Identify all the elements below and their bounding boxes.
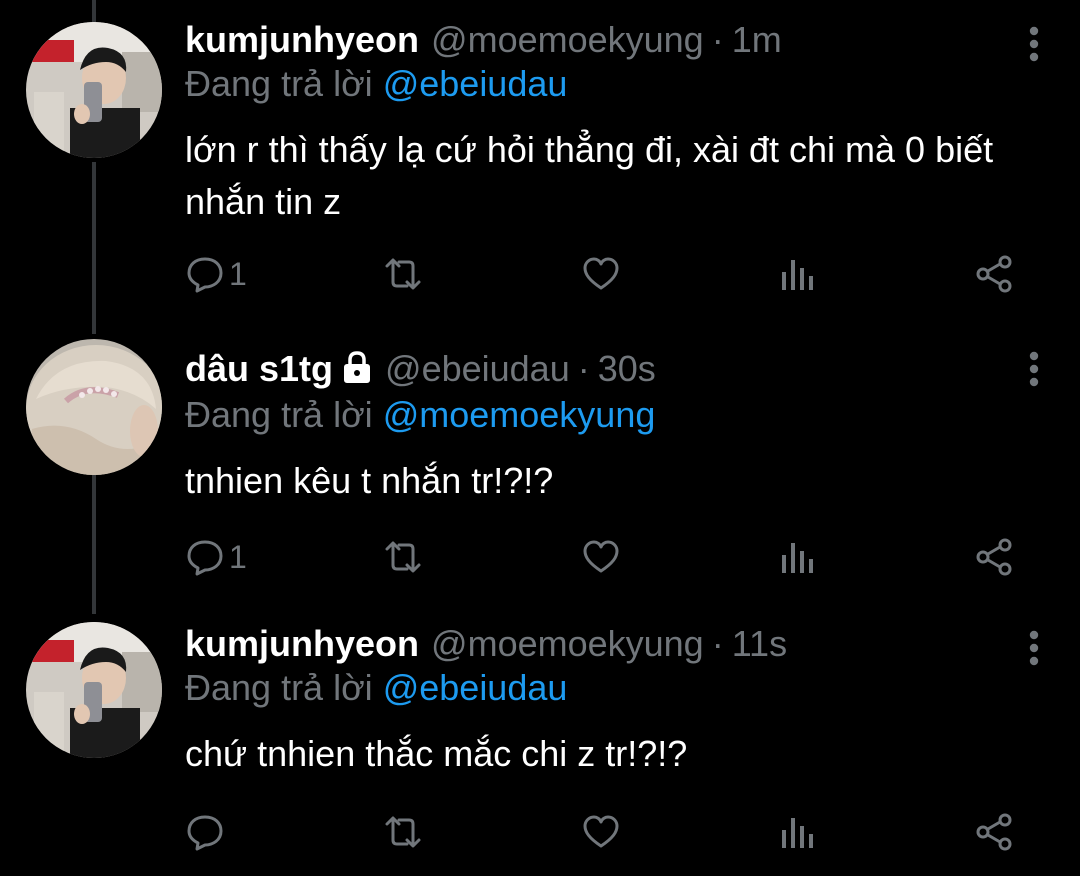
replying-to-mention[interactable]: @moemoekyung <box>383 394 656 435</box>
share-icon <box>975 812 1015 852</box>
timestamp[interactable]: 1m <box>732 19 782 60</box>
replying-to-prefix: Đang trả lời <box>185 667 373 708</box>
avatar[interactable] <box>26 339 162 475</box>
display-name[interactable]: kumjunhyeon <box>185 19 419 60</box>
action-bar: 1 <box>185 252 1025 296</box>
share-button[interactable] <box>975 252 1015 296</box>
more-vertical-icon[interactable] <box>1028 26 1040 62</box>
retweet-icon <box>381 812 425 852</box>
reply-bubble-icon <box>185 254 225 294</box>
separator-dot: · <box>577 348 590 389</box>
more-vertical-icon[interactable] <box>1028 351 1040 387</box>
reply-button[interactable]: 1 <box>185 535 247 579</box>
share-icon <box>975 537 1015 577</box>
retweet-icon <box>381 537 425 577</box>
reply-button[interactable] <box>185 810 229 854</box>
retweet-icon <box>381 254 425 294</box>
tweet-header: kumjunhyeon @moemoekyung · 1m <box>185 18 782 62</box>
tweet-header: dâu s1tg @ebeiudau · 30s <box>185 347 656 391</box>
tweet-header: kumjunhyeon @moemoekyung · 11s <box>185 622 787 666</box>
timestamp[interactable]: 30s <box>598 348 656 389</box>
avatar[interactable] <box>26 622 162 758</box>
user-handle[interactable]: @moemoekyung <box>431 19 704 60</box>
replying-to-mention[interactable]: @ebeiudau <box>383 667 568 708</box>
replying-to-line: Đang trả lời @ebeiudau <box>185 666 567 710</box>
user-handle[interactable]: @ebeiudau <box>385 348 570 389</box>
reply-count: 1 <box>229 256 247 292</box>
reply-bubble-icon <box>185 812 225 852</box>
tweet[interactable]: dâu s1tg @ebeiudau · 30s Đang trả lời @moem… <box>0 339 1080 597</box>
retweet-button[interactable] <box>381 252 425 296</box>
display-name[interactable]: kumjunhyeon <box>185 623 419 664</box>
replying-to-mention[interactable]: @ebeiudau <box>383 63 568 104</box>
share-button[interactable] <box>975 535 1015 579</box>
retweet-button[interactable] <box>381 535 425 579</box>
action-bar: 1 <box>185 535 1025 579</box>
action-bar <box>185 810 1025 854</box>
avatar-photo <box>26 339 162 475</box>
user-handle[interactable]: @moemoekyung <box>431 623 704 664</box>
timestamp[interactable]: 11s <box>732 623 787 664</box>
display-name[interactable]: dâu s1tg <box>185 348 333 389</box>
reply-button[interactable]: 1 <box>185 252 247 296</box>
views-button[interactable] <box>779 535 815 579</box>
views-button[interactable] <box>779 810 815 854</box>
tweet-text: tnhien kêu t nhắn tr!?!? <box>185 460 554 501</box>
tweet[interactable]: kumjunhyeon @moemoekyung · 1m Đang trả lời … <box>0 18 1080 318</box>
like-button[interactable] <box>581 535 621 579</box>
lock-icon <box>341 350 373 394</box>
retweet-button[interactable] <box>381 810 425 854</box>
replying-to-prefix: Đang trả lời <box>185 394 373 435</box>
replying-to-line: Đang trả lời @ebeiudau <box>185 62 567 106</box>
tweet-text: chứ tnhien thắc mắc chi z tr!?!? <box>185 733 688 774</box>
heart-icon <box>581 812 621 852</box>
separator-dot: · <box>711 623 724 664</box>
heart-icon <box>581 537 621 577</box>
avatar-photo <box>26 22 162 158</box>
share-button[interactable] <box>975 810 1015 854</box>
like-button[interactable] <box>581 810 621 854</box>
avatar[interactable] <box>26 22 162 158</box>
reply-count: 1 <box>229 539 247 575</box>
share-icon <box>975 254 1015 294</box>
analytics-bars-icon <box>779 812 815 852</box>
views-button[interactable] <box>779 252 815 296</box>
like-button[interactable] <box>581 252 621 296</box>
tweet[interactable]: kumjunhyeon @moemoekyung · 11s Đang trả lời… <box>0 622 1080 876</box>
separator-dot: · <box>711 19 724 60</box>
more-vertical-icon[interactable] <box>1028 630 1040 666</box>
tweet-text: lớn r thì thấy lạ cứ hỏi thẳng đi, xài đ… <box>185 129 994 222</box>
reply-bubble-icon <box>185 537 225 577</box>
replying-to-line: Đang trả lời @moemoekyung <box>185 393 655 437</box>
avatar-photo <box>26 622 162 758</box>
heart-icon <box>581 254 621 294</box>
analytics-bars-icon <box>779 254 815 294</box>
replying-to-prefix: Đang trả lời <box>185 63 373 104</box>
analytics-bars-icon <box>779 537 815 577</box>
